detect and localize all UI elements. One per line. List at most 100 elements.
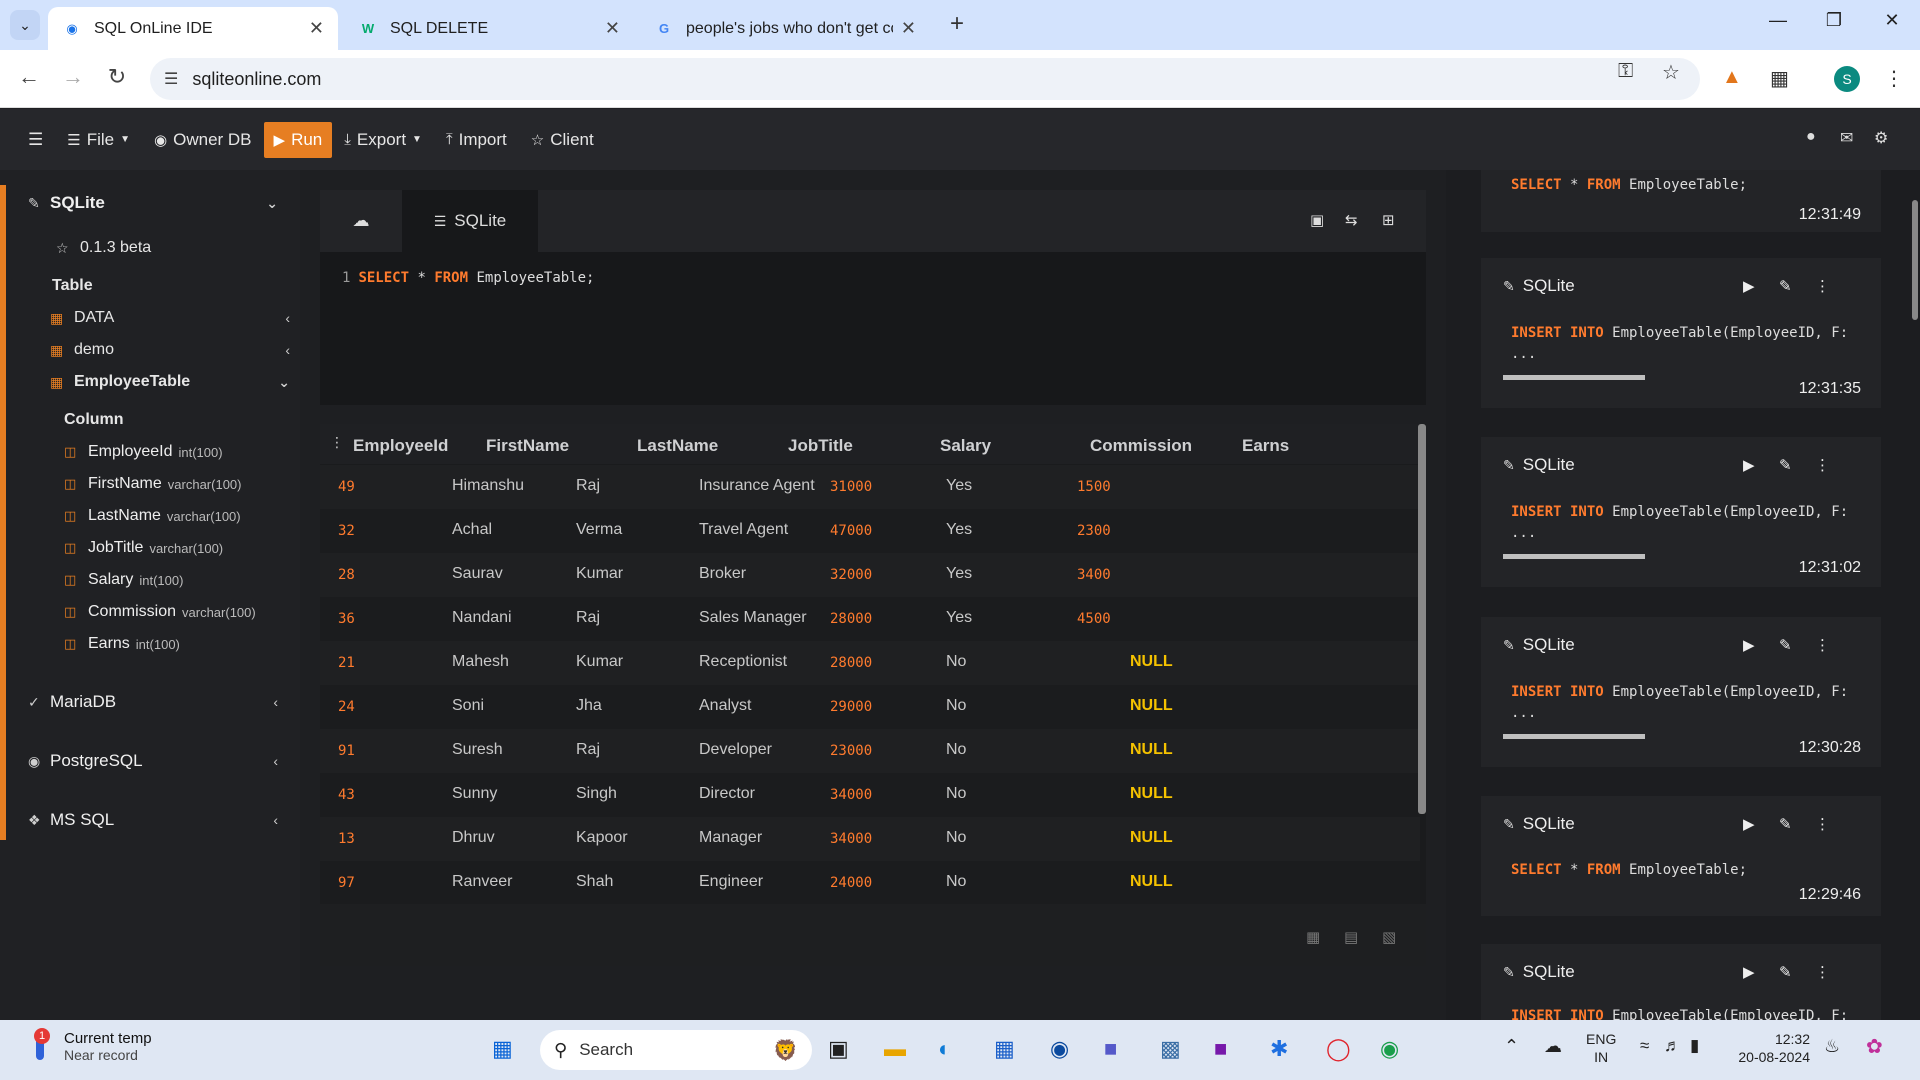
chart-view-icon[interactable]: ▤: [1344, 928, 1358, 946]
teams-icon[interactable]: ■: [1104, 1036, 1117, 1062]
copilot-icon[interactable]: ✿: [1866, 1034, 1883, 1059]
minimize-window-button[interactable]: —: [1758, 10, 1798, 31]
browser-tab-sql-delete[interactable]: W SQL DELETE ✕: [344, 7, 634, 50]
history-card[interactable]: ✎ SQLite ▶ ✎ ⋮ INSERT INTO EmployeeTable(…: [1481, 437, 1881, 587]
history-scrollbar[interactable]: [1503, 375, 1645, 380]
password-key-icon[interactable]: ⚿: [1618, 60, 1633, 83]
more-options-icon[interactable]: ⋮: [1815, 456, 1830, 474]
table-row[interactable]: 91 Suresh Raj Developer 23000 No NULL: [320, 729, 1420, 773]
table-row[interactable]: 49 Himanshu Raj Insurance Agent 31000 Yes 1500: [320, 465, 1420, 509]
history-card[interactable]: ✎ SQLite ▶ ✎ ⋮ INSERT INTO EmployeeTable(…: [1481, 617, 1881, 767]
history-card[interactable]: ✎ SQLite ▶ ✎ ⋮ INSERT INTO EmployeeTable(…: [1481, 944, 1881, 1020]
edit-query-icon[interactable]: ✎: [1779, 277, 1792, 295]
run-query-icon[interactable]: ▶: [1743, 963, 1755, 981]
wifi-icon[interactable]: ≈: [1640, 1036, 1649, 1056]
code-line[interactable]: 1 SELECT * FROM EmployeeTable;: [342, 270, 594, 286]
sidebar-section-sqlite[interactable]: ✎ SQLite ⌄: [28, 193, 290, 213]
task-view-icon[interactable]: ▣: [828, 1036, 849, 1062]
close-tab-icon[interactable]: ✕: [309, 18, 324, 39]
run-button[interactable]: ▶ Run: [263, 121, 333, 158]
more-options-icon[interactable]: ⋮: [1815, 277, 1830, 295]
text-view-icon[interactable]: ▧: [1382, 928, 1396, 946]
browser-tab-google[interactable]: G people's jobs who don't get co ✕: [640, 7, 930, 50]
edit-query-icon[interactable]: ✎: [1779, 636, 1792, 654]
forward-button[interactable]: →: [58, 64, 88, 90]
close-tab-icon[interactable]: ✕: [901, 18, 916, 39]
url-text[interactable]: sqliteonline.com: [192, 69, 321, 90]
back-button[interactable]: ←: [14, 64, 44, 90]
close-window-button[interactable]: ✕: [1872, 10, 1912, 31]
column-header[interactable]: EmployeeId: [353, 436, 448, 456]
history-scrollbar[interactable]: [1912, 200, 1918, 320]
restore-window-button[interactable]: ❐: [1814, 10, 1854, 31]
extensions-puzzle-icon[interactable]: ▦: [1770, 66, 1789, 91]
python-icon[interactable]: ▩: [1160, 1036, 1181, 1062]
client-button[interactable]: ☆ Client: [519, 122, 606, 158]
table-row[interactable]: 13 Dhruv Kapoor Manager 34000 No NULL: [320, 817, 1420, 861]
history-scrollbar[interactable]: [1503, 734, 1645, 739]
import-button[interactable]: ⤒ Import: [434, 122, 519, 158]
app-icon[interactable]: ✱: [1270, 1036, 1288, 1062]
owner-db-button[interactable]: ◉ Owner DB: [142, 122, 264, 158]
table-row[interactable]: 32 Achal Verma Travel Agent 47000 Yes 2300: [320, 509, 1420, 553]
column-item[interactable]: ◫ EmployeeId int(100): [64, 443, 223, 461]
edge-browser-icon[interactable]: ◐: [938, 1036, 951, 1062]
table-row[interactable]: 24 Soni Jha Analyst 29000 No NULL: [320, 685, 1420, 729]
notification-bell-icon[interactable]: ♨: [1824, 1036, 1840, 1057]
table-row[interactable]: 97 Ranveer Shah Engineer 24000 No NULL: [320, 861, 1420, 905]
column-header[interactable]: Earns: [1242, 436, 1289, 456]
volume-icon[interactable]: ♬: [1664, 1036, 1681, 1056]
cloud-tab[interactable]: ☁: [320, 190, 402, 252]
history-card[interactable]: ✎ SQLite ▶ ✎ ⋮ SELECT * FROM EmployeeTabl…: [1481, 796, 1881, 916]
history-scrollbar[interactable]: [1503, 554, 1645, 559]
tab-search-button[interactable]: ⌄: [10, 10, 40, 40]
column-item[interactable]: ◫ LastName varchar(100): [64, 507, 241, 525]
chevron-up-icon[interactable]: ⌃: [1504, 1036, 1519, 1057]
history-card[interactable]: ✎ SQLite ▶ ✎ ⋮ INSERT INTO EmployeeTable(…: [1481, 258, 1881, 408]
edit-query-icon[interactable]: ✎: [1779, 456, 1792, 474]
mail-icon[interactable]: ✉: [1840, 128, 1853, 148]
edit-query-icon[interactable]: ✎: [1779, 815, 1792, 833]
language-indicator[interactable]: ENG IN: [1586, 1030, 1616, 1066]
column-menu-icon[interactable]: ⋮: [330, 434, 344, 451]
onenote-icon[interactable]: ■: [1214, 1036, 1227, 1062]
close-tab-icon[interactable]: ✕: [605, 18, 620, 39]
site-settings-icon[interactable]: ☰: [164, 69, 178, 89]
edit-query-icon[interactable]: ✎: [1779, 963, 1792, 981]
tab-sqlite[interactable]: ☰ SQLite: [402, 190, 538, 252]
table-row[interactable]: 21 Mahesh Kumar Receptionist 28000 No NULL: [320, 641, 1420, 685]
microsoft-store-icon[interactable]: ▦: [994, 1036, 1015, 1062]
sidebar-section-postgresql[interactable]: ◉ PostgreSQL ‹: [28, 751, 290, 771]
chrome-icon[interactable]: ◉: [1380, 1036, 1399, 1062]
save-icon[interactable]: ▣: [1310, 211, 1324, 229]
column-header[interactable]: FirstName: [486, 436, 569, 456]
column-item[interactable]: ◫ FirstName varchar(100): [64, 475, 241, 493]
opera-icon[interactable]: ◯: [1326, 1036, 1351, 1062]
column-header[interactable]: Commission: [1090, 436, 1192, 456]
metamask-extension-icon[interactable]: ▲: [1722, 66, 1742, 89]
browser-tab-sqlonline[interactable]: ◉ SQL OnLine IDE ✕: [48, 7, 338, 50]
sidebar-section-mssql[interactable]: ❖ MS SQL ‹: [28, 810, 290, 830]
table-row[interactable]: 36 Nandani Raj Sales Manager 28000 Yes 4500: [320, 597, 1420, 641]
windows-start-icon[interactable]: ▦: [492, 1036, 513, 1062]
results-scrollbar[interactable]: [1418, 424, 1426, 814]
run-query-icon[interactable]: ▶: [1743, 456, 1755, 474]
run-query-icon[interactable]: ▶: [1743, 815, 1755, 833]
profile-avatar[interactable]: S: [1834, 66, 1860, 92]
more-options-icon[interactable]: ⋮: [1815, 815, 1830, 833]
battery-icon[interactable]: ▮: [1690, 1036, 1699, 1056]
sidebar-item-employeetable[interactable]: ▦ EmployeeTable ⌄: [50, 373, 290, 391]
sidebar-item-demo-table[interactable]: ▦ demo ‹: [50, 341, 290, 359]
column-item[interactable]: ◫ Salary int(100): [64, 571, 183, 589]
bookmark-star-icon[interactable]: ☆: [1662, 60, 1680, 85]
run-query-icon[interactable]: ▶: [1743, 636, 1755, 654]
export-menu-button[interactable]: ⤓ Export ▼: [332, 122, 434, 158]
add-tab-icon[interactable]: ⊞: [1382, 211, 1395, 229]
more-options-icon[interactable]: ⋮: [1815, 963, 1830, 981]
clock[interactable]: 12:32 20-08-2024: [1736, 1030, 1810, 1066]
run-query-icon[interactable]: ▶: [1743, 277, 1755, 295]
sidebar-section-mariadb[interactable]: ✓ MariaDB ‹: [28, 692, 290, 712]
history-card[interactable]: SELECT * FROM EmployeeTable; 12:31:49: [1481, 170, 1881, 232]
more-options-icon[interactable]: ⋮: [1815, 636, 1830, 654]
reload-button[interactable]: ↻: [102, 64, 132, 90]
